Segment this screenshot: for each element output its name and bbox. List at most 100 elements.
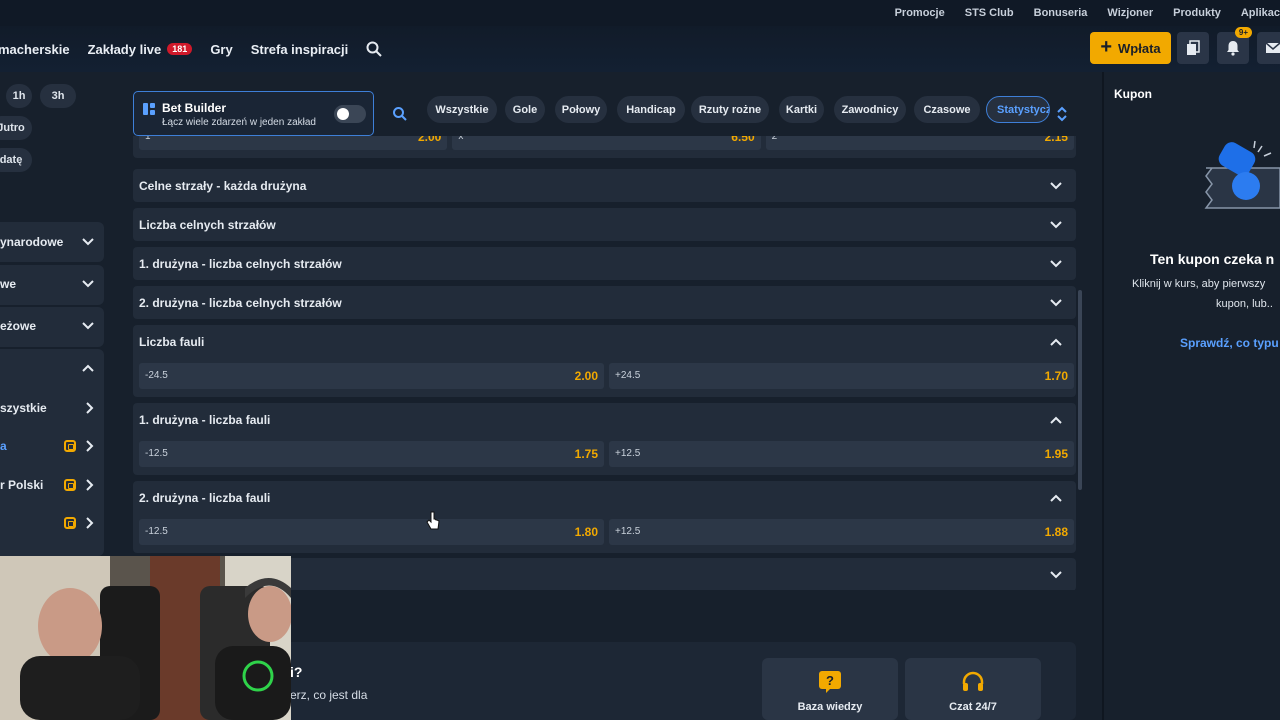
scrollbar[interactable]	[1078, 290, 1082, 490]
odds-value: 2.00	[574, 369, 598, 383]
top-link[interactable]: Promocje	[895, 7, 945, 19]
deposit-button[interactable]: + Wpłata	[1090, 32, 1171, 64]
chat-card[interactable]: Czat 24/7	[905, 658, 1041, 720]
chevron-up-icon	[82, 364, 94, 372]
filter-tab[interactable]: Połowy	[555, 96, 607, 123]
coupons-history-button[interactable]	[1177, 32, 1209, 64]
stats-icon	[64, 479, 76, 491]
filter-tab[interactable]: Statystyczne	[986, 96, 1050, 123]
filter-tab[interactable]: Czasowe	[914, 96, 980, 123]
sidebar-category-label: szystkie	[0, 401, 47, 415]
market-title[interactable]: Liczba celnych strzałów	[139, 218, 276, 232]
odds-button[interactable]: 2 2.15	[765, 136, 1074, 150]
market-title[interactable]: 2. drużyna - liczba celnych strzałów	[139, 296, 342, 310]
main-nav: macherskie Zakłady live 181 Gry Strefa inspi…	[0, 26, 1280, 72]
filter-tab[interactable]: Gole	[505, 96, 545, 123]
filter-tab[interactable]: Rzuty rożne	[691, 96, 769, 123]
messages-button[interactable]	[1257, 32, 1280, 64]
nav-item[interactable]: Strefa inspiracji	[251, 42, 349, 57]
odds-button[interactable]: +24.5 1.70	[609, 363, 1074, 389]
sidebar-category-icons	[64, 517, 94, 529]
chevron-down-icon	[1050, 221, 1062, 229]
nav-item-label: Strefa inspiracji	[250, 41, 349, 57]
sidebar-category[interactable]: ynarodowe	[0, 223, 104, 261]
nav-item[interactable]: Gry	[210, 42, 232, 57]
bet-builder-toggle[interactable]	[334, 105, 366, 123]
odds-button[interactable]: x 6.50	[452, 136, 761, 150]
notifications-button[interactable]: 9+	[1217, 27, 1252, 64]
check-tips-link[interactable]: Sprawdź, co typu	[1180, 336, 1279, 350]
sidebar-category[interactable]: a	[0, 427, 104, 465]
odds-button[interactable]: +12.5 1.88	[609, 519, 1074, 545]
whistle-icon	[1204, 140, 1280, 209]
odds-button[interactable]: -12.5 1.75	[139, 441, 604, 467]
nav-item-label: Zakłady live	[87, 41, 162, 57]
filter-tab[interactable]: Zawodnicy	[834, 96, 906, 123]
sidebar-category[interactable]: we	[0, 265, 104, 303]
filter-tab[interactable]: Kartki	[779, 96, 824, 123]
search-icon[interactable]	[366, 41, 382, 57]
market-section: 2. drużyna - liczba fauli -12.5 1.80 +12.5 1…	[133, 481, 1076, 553]
top-links: Promocje STS Club Bonuseria Wizjoner Produkt…	[895, 0, 1280, 26]
nav-item-label: macherskie	[0, 41, 70, 57]
odds-button[interactable]: -24.5 2.00	[139, 363, 604, 389]
chevron-down-icon	[1050, 299, 1062, 307]
sidebar-category[interactable]: r Polski	[0, 466, 104, 504]
market-section: 1. drużyna - liczba fauli -12.5 1.75 +12.5 1…	[133, 403, 1076, 475]
nav-item[interactable]: Zakłady live 181	[88, 42, 193, 57]
empty-coupon-text: Kliknij w kurs, aby pierwszy	[1132, 278, 1266, 290]
sidebar-category-icons	[64, 440, 94, 452]
top-link[interactable]: STS Club	[965, 7, 1014, 19]
filter-tab[interactable]: Wszystkie	[427, 96, 497, 123]
knowledge-base-card[interactable]: ? Baza wiedzy	[762, 658, 898, 720]
nav-item-label: Gry	[210, 41, 233, 57]
help-question: i?	[290, 664, 303, 680]
sidebar-category[interactable]: eżowe	[0, 307, 104, 345]
nav-item[interactable]: macherskie	[0, 42, 70, 57]
chevron-up-icon	[1050, 338, 1062, 346]
market-section: Liczba fauli -24.5 2.00 +24.5 1.70	[133, 325, 1076, 397]
scroll-arrows-icon[interactable]	[1056, 104, 1068, 124]
coupon-header: Kupon	[1114, 87, 1152, 101]
top-link[interactable]: Aplikac	[1241, 7, 1280, 19]
webcam-image	[0, 556, 291, 720]
search-icon[interactable]	[392, 106, 408, 122]
odds-label: -12.5	[145, 448, 168, 459]
top-link[interactable]: Bonuseria	[1034, 7, 1088, 19]
sidebar-category[interactable]	[0, 504, 104, 542]
empty-coupon-title: Ten kupon czeka n	[1150, 251, 1275, 267]
market-title[interactable]: 1. drużyna - liczba celnych strzałów	[139, 257, 342, 271]
market-section: 2. drużyna - liczba celnych strzałów	[133, 286, 1076, 319]
chevron-right-icon	[86, 402, 94, 414]
notification-count-badge: 9+	[1234, 27, 1252, 38]
chevron-right-icon	[86, 517, 94, 529]
odds-value: 2.00	[417, 136, 442, 144]
market-title[interactable]: 2. drużyna - liczba fauli	[139, 491, 270, 505]
day-filter-tomorrow[interactable]: Jutro	[0, 116, 32, 140]
stats-icon	[64, 440, 76, 452]
time-filter-3h[interactable]: 3h	[40, 84, 76, 108]
market-section: 1 2.00 x 6.50 2 2.15	[133, 136, 1076, 158]
odds-label: +12.5	[615, 526, 641, 537]
odds-button[interactable]: +12.5 1.95	[609, 441, 1074, 467]
market-title[interactable]: Liczba fauli	[139, 335, 204, 349]
odds-label: -12.5	[145, 526, 168, 537]
market-title[interactable]: 1. drużyna - liczba fauli	[139, 413, 270, 427]
chevron-down-icon	[82, 322, 94, 330]
hand-cursor-icon	[426, 511, 440, 530]
odds-button[interactable]: 1 2.00	[139, 136, 448, 150]
bet-builder-panel[interactable]: Bet Builder Łącz wiele zdarzeń w jeden z…	[133, 91, 374, 136]
day-filter-date[interactable]: datę	[0, 148, 32, 172]
svg-text:?: ?	[826, 673, 834, 688]
time-filter-1h[interactable]: 1h	[6, 84, 32, 108]
top-link[interactable]: Produkty	[1173, 7, 1221, 19]
market-title[interactable]: Celne strzały - każda drużyna	[139, 179, 306, 193]
sidebar-category-icons	[82, 322, 94, 330]
odds-label: 1	[145, 136, 151, 142]
filter-tab[interactable]: Handicap	[617, 96, 685, 123]
sidebar-category[interactable]: szystkie	[0, 389, 104, 427]
top-link[interactable]: Wizjoner	[1107, 7, 1153, 19]
sidebar-category[interactable]	[0, 349, 104, 387]
sidebar-category-label: we	[0, 277, 17, 291]
odds-button[interactable]: -12.5 1.80	[139, 519, 604, 545]
